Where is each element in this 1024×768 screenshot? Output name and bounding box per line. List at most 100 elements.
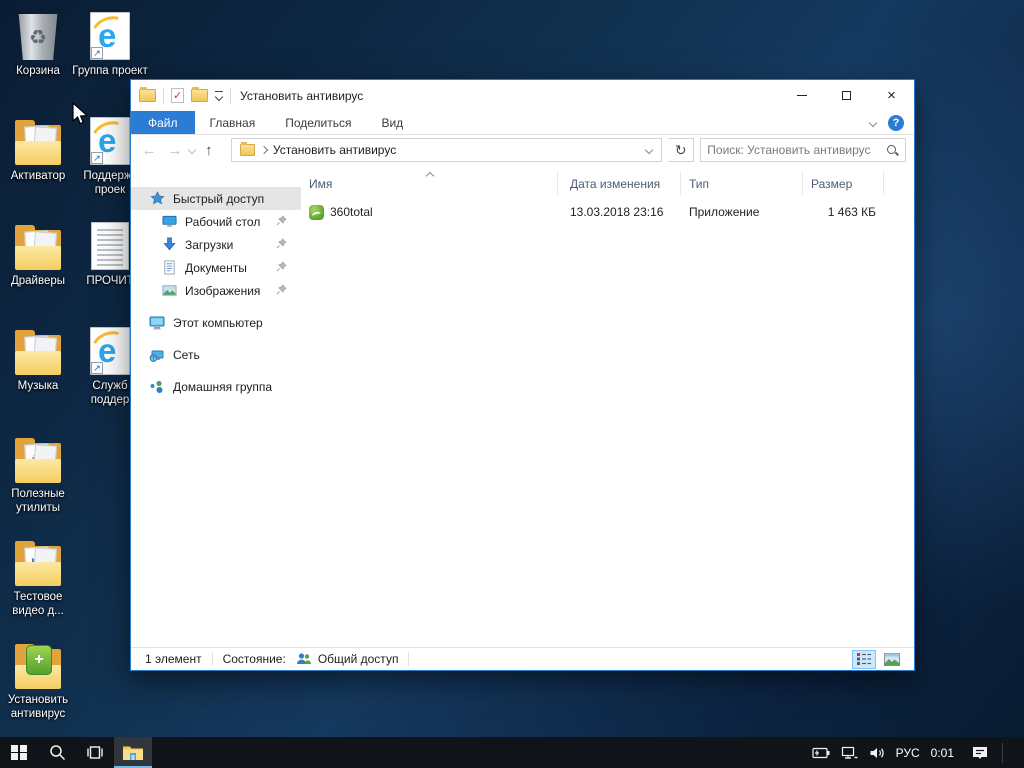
properties-button[interactable]: [171, 88, 184, 103]
internet-explorer-icon: e ↗: [87, 326, 132, 375]
close-button[interactable]: ×: [869, 80, 914, 111]
desktop-icon-recycle-bin[interactable]: ♻ Корзина: [0, 8, 76, 78]
quick-access-star-icon: [149, 191, 165, 207]
start-button[interactable]: [0, 737, 38, 768]
desktop-icon-drivers[interactable]: Драйверы: [0, 218, 76, 288]
new-folder-button[interactable]: [191, 87, 208, 102]
refresh-button[interactable]: ↻: [668, 138, 695, 162]
items-count: 1 элемент: [145, 652, 202, 666]
sidebar-item-pictures[interactable]: Изображения: [131, 279, 301, 302]
breadcrumb-chevron-icon[interactable]: [259, 145, 269, 155]
tab-view[interactable]: Вид: [366, 111, 418, 134]
file-name: 360total: [330, 205, 373, 219]
search-input[interactable]: [707, 143, 886, 157]
music-folder-icon: ♪: [14, 330, 62, 375]
file-row-360total[interactable]: 360total 13.03.2018 23:16 Приложение 1 4…: [303, 201, 884, 223]
column-header-name[interactable]: Имя: [303, 171, 558, 195]
file-explorer-icon: [123, 746, 143, 760]
column-header-date[interactable]: Дата изменения: [558, 172, 681, 195]
volume-icon[interactable]: [869, 746, 885, 760]
sidebar-item-desktop[interactable]: Рабочий стол: [131, 210, 301, 233]
sidebar-item-this-pc[interactable]: Этот компьютер: [131, 311, 301, 334]
shared-people-icon: [296, 652, 312, 666]
address-bar[interactable]: Установить антивирус: [230, 138, 663, 162]
clock[interactable]: 0:01: [931, 746, 954, 760]
collapse-ribbon-icon[interactable]: [868, 118, 878, 127]
file-date: 13.03.2018 23:16: [570, 205, 664, 219]
ribbon-tabs: Файл Главная Поделиться Вид ?: [131, 111, 914, 135]
sidebar-item-documents[interactable]: Документы: [131, 256, 301, 279]
windows-logo-icon: [11, 744, 27, 761]
antivirus-badge-icon: +: [26, 645, 52, 675]
breadcrumb[interactable]: Установить антивирус: [273, 143, 396, 157]
column-header-type[interactable]: Тип: [681, 172, 803, 195]
back-button[interactable]: ←: [139, 142, 159, 159]
internet-explorer-icon: e ↗: [87, 116, 132, 165]
homegroup-icon: [149, 379, 165, 395]
system-tray: РУС 0:01: [810, 737, 1024, 768]
recent-locations-icon[interactable]: [187, 145, 197, 155]
help-icon[interactable]: ?: [888, 114, 904, 131]
folder-icon: [14, 225, 62, 270]
tab-file[interactable]: Файл: [131, 111, 195, 134]
search-box[interactable]: [700, 138, 906, 162]
file-list: Имя Дата изменения Тип Размер 360total 1…: [303, 165, 914, 647]
sidebar-item-downloads[interactable]: Загрузки: [131, 233, 301, 256]
window-folder-icon: [139, 87, 156, 102]
desktop: ♻ Корзина e ↗ Группа проект Активатор e ↗ …: [0, 0, 1024, 768]
pin-icon: [276, 283, 287, 298]
pictures-icon: [161, 283, 177, 299]
up-button[interactable]: ↑: [199, 142, 219, 159]
sidebar-item-quick-access[interactable]: Быстрый доступ: [131, 187, 301, 210]
minimize-button[interactable]: [779, 80, 824, 111]
task-view-icon: [87, 746, 103, 759]
file-explorer-taskbar-button[interactable]: [114, 737, 152, 768]
show-desktop-button[interactable]: [1014, 737, 1020, 768]
maximize-button[interactable]: [824, 80, 869, 111]
pin-icon: [276, 214, 287, 229]
tab-share[interactable]: Поделиться: [270, 111, 366, 134]
shortcut-arrow-icon: ↗: [91, 362, 103, 374]
sidebar-item-homegroup[interactable]: Домашняя группа: [131, 375, 301, 398]
window-controls: ×: [779, 80, 914, 111]
computer-icon: [149, 315, 165, 331]
video-folder-icon: ▶: [14, 541, 62, 586]
desktop-icon-test-video[interactable]: ▶ Тестовое видео д...: [0, 534, 76, 618]
window-content: Быстрый доступ Рабочий стол Загрузки Док…: [131, 165, 914, 647]
tab-home[interactable]: Главная: [195, 111, 271, 134]
address-folder-icon: [239, 142, 255, 156]
desktop-icon-activator[interactable]: Активатор: [0, 113, 76, 183]
tools-folder-icon: ⚙: [14, 438, 62, 483]
taskbar-search-button[interactable]: [38, 737, 76, 768]
action-center-icon[interactable]: [971, 745, 989, 761]
task-view-button[interactable]: [76, 737, 114, 768]
minimize-icon: [796, 95, 807, 96]
status-bar: 1 элемент Состояние: Общий доступ: [131, 647, 914, 670]
desktop-icon-install-antivirus[interactable]: + Установить антивирус: [0, 637, 76, 721]
language-indicator[interactable]: РУС: [896, 746, 920, 760]
network-icon[interactable]: [841, 746, 858, 760]
desktop-icon-useful-utilities[interactable]: ⚙ Полезные утилиты: [0, 431, 76, 515]
desktop-icon-group-project[interactable]: e ↗ Группа проект: [72, 8, 148, 78]
view-toggles: [852, 649, 914, 669]
sort-ascending-icon: [425, 168, 435, 182]
folder-icon: [14, 120, 62, 165]
details-view-button[interactable]: [852, 649, 876, 669]
address-dropdown-icon[interactable]: [637, 139, 661, 161]
antivirus-folder-icon: +: [14, 644, 62, 689]
battery-icon[interactable]: [810, 747, 830, 759]
desktop-icon-music[interactable]: ♪ Музыка: [0, 323, 76, 393]
pin-icon: [276, 260, 287, 275]
search-icon[interactable]: [886, 144, 899, 157]
customize-toolbar-button[interactable]: [214, 90, 224, 102]
thumbnails-view-button[interactable]: [880, 650, 904, 669]
file-size: 1 463 КБ: [827, 205, 876, 219]
state-value: Общий доступ: [317, 652, 399, 666]
column-header-size[interactable]: Размер: [803, 172, 884, 195]
desktop-icon-small: [161, 214, 177, 230]
quick-access-toolbar: Установить антивирус: [131, 87, 363, 104]
title-bar: Установить антивирус ×: [131, 80, 914, 111]
documents-icon: [161, 260, 177, 276]
forward-button[interactable]: →: [165, 142, 185, 159]
sidebar-item-network[interactable]: Сеть: [131, 343, 301, 366]
